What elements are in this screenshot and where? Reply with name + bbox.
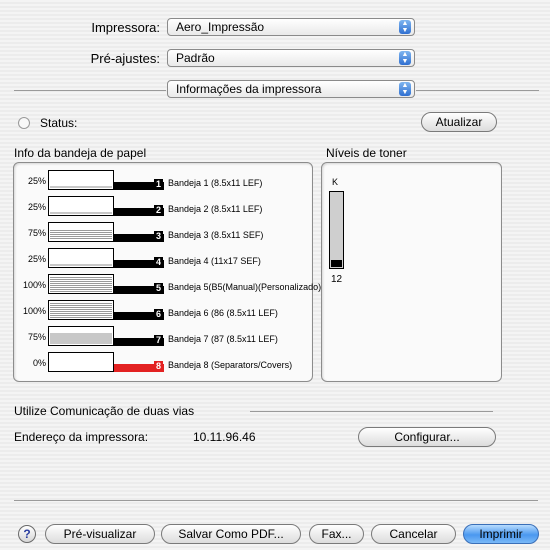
tray-percent: 75% — [27, 332, 46, 342]
fax-button[interactable]: Fax... — [309, 524, 364, 544]
tray-paper-level — [50, 228, 112, 240]
toner-level-fill — [331, 259, 342, 267]
tray-paper-icon — [48, 222, 114, 242]
preview-button[interactable]: Pré-visualizar — [45, 524, 155, 544]
tray-percent: 100% — [22, 306, 46, 316]
tray-name: Bandeja 2 (8.5x11 LEF) — [168, 204, 263, 214]
status-indicator — [18, 117, 30, 129]
popup-arrows-icon: ▲ ▼ — [399, 20, 411, 34]
printer-address-value: 10.11.96.46 — [193, 430, 256, 444]
tray-info-group — [13, 162, 313, 382]
tray-row: 25% 4 Bandeja 4 (11x17 SEF) — [14, 248, 314, 270]
tray-number-badge: 7 — [154, 335, 163, 346]
tray-number-badge: 3 — [154, 231, 163, 242]
tray-number-badge: 1 — [154, 179, 163, 190]
tray-name: Bandeja 4 (11x17 SEF) — [168, 256, 261, 266]
tray-name: Bandeja 8 (Separators/Covers) — [168, 360, 293, 370]
tray-paper-icon — [48, 352, 114, 372]
tray-number-badge: 2 — [154, 205, 163, 216]
toner-gauge — [329, 191, 344, 269]
tray-paper-level — [50, 185, 112, 188]
tray-number-badge: 5 — [154, 283, 163, 294]
tray-info-title: Info da bandeja de papel — [14, 146, 147, 160]
toner-group — [321, 162, 502, 382]
toner-color-label: K — [332, 177, 339, 187]
tray-paper-level — [50, 332, 112, 344]
tray-paper-level — [50, 211, 112, 214]
panel-divider-left — [14, 90, 166, 91]
presets-popup[interactable]: Padrão ▲ ▼ — [167, 49, 415, 67]
presets-popup-value: Padrão — [176, 51, 215, 65]
toner-title: Níveis de toner — [326, 146, 407, 160]
tray-name: Bandeja 1 (8.5x11 LEF) — [168, 178, 263, 188]
tray-percent: 25% — [27, 254, 46, 264]
popup-arrows-icon: ▲ ▼ — [399, 82, 411, 96]
popup-arrows-icon: ▲ ▼ — [399, 51, 411, 65]
help-button[interactable]: ? — [18, 525, 36, 543]
comm-divider — [250, 411, 493, 412]
printer-label: Impressora: — [91, 20, 160, 35]
tray-row: 100% 5 Bandeja 5(B5(Manual)(Personalizado) — [14, 274, 321, 296]
tray-paper-icon — [48, 196, 114, 216]
tray-percent: 25% — [27, 176, 46, 186]
tray-paper-icon — [48, 326, 114, 346]
panel-popup[interactable]: Informações da impressora ▲ ▼ — [167, 80, 415, 98]
tray-number-badge: 6 — [154, 309, 163, 320]
tray-name: Bandeja 7 (87 (8.5x11 LEF) — [168, 334, 278, 344]
tray-name: Bandeja 5(B5(Manual)(Personalizado) — [168, 282, 322, 292]
tray-row: 25% 2 Bandeja 2 (8.5x11 LEF) — [14, 196, 314, 218]
tray-row: 100% 6 Bandeja 6 (86 (8.5x11 LEF) — [14, 300, 314, 322]
tray-name: Bandeja 3 (8.5x11 SEF) — [168, 230, 264, 240]
status-label: Status: — [40, 116, 78, 130]
presets-label: Pré-ajustes: — [90, 51, 160, 66]
tray-paper-icon — [48, 274, 114, 294]
tray-paper-icon — [48, 248, 114, 268]
tray-paper-level — [50, 276, 112, 292]
tray-number-badge: 8 — [154, 361, 163, 372]
configure-button[interactable]: Configurar... — [358, 427, 496, 447]
tray-row: 0% 8 Bandeja 8 (Separators/Covers) — [14, 352, 314, 374]
panel-divider-right — [416, 90, 539, 91]
cancel-button[interactable]: Cancelar — [371, 524, 456, 544]
toner-value: 12 — [331, 274, 343, 285]
tray-row: 75% 3 Bandeja 3 (8.5x11 SEF) — [14, 222, 314, 244]
printer-popup[interactable]: Aero_Impressão ▲ ▼ — [167, 18, 415, 36]
refresh-button[interactable]: Atualizar — [421, 112, 497, 132]
tray-percent: 75% — [27, 228, 46, 238]
tray-paper-icon — [48, 170, 114, 190]
tray-paper-icon — [48, 300, 114, 320]
tray-percent: 0% — [32, 358, 46, 368]
save-pdf-button[interactable]: Salvar Como PDF... — [161, 524, 301, 544]
tray-row: 25% 1 Bandeja 1 (8.5x11 LEF) — [14, 170, 314, 192]
tray-row: 75% 7 Bandeja 7 (87 (8.5x11 LEF) — [14, 326, 314, 348]
tray-paper-level — [50, 302, 112, 318]
two-way-comm-title: Utilize Comunicação de duas vias — [14, 404, 195, 418]
footer-divider — [14, 500, 538, 501]
tray-paper-level — [50, 263, 112, 266]
tray-percent: 100% — [22, 280, 46, 290]
tray-number-badge: 4 — [154, 257, 163, 268]
panel-popup-value: Informações da impressora — [176, 82, 322, 96]
printer-popup-value: Aero_Impressão — [176, 20, 265, 34]
printer-address-label: Endereço da impressora: — [14, 430, 149, 444]
tray-name: Bandeja 6 (86 (8.5x11 LEF) — [168, 308, 278, 318]
tray-percent: 25% — [27, 202, 46, 212]
print-button[interactable]: Imprimir — [463, 524, 539, 544]
